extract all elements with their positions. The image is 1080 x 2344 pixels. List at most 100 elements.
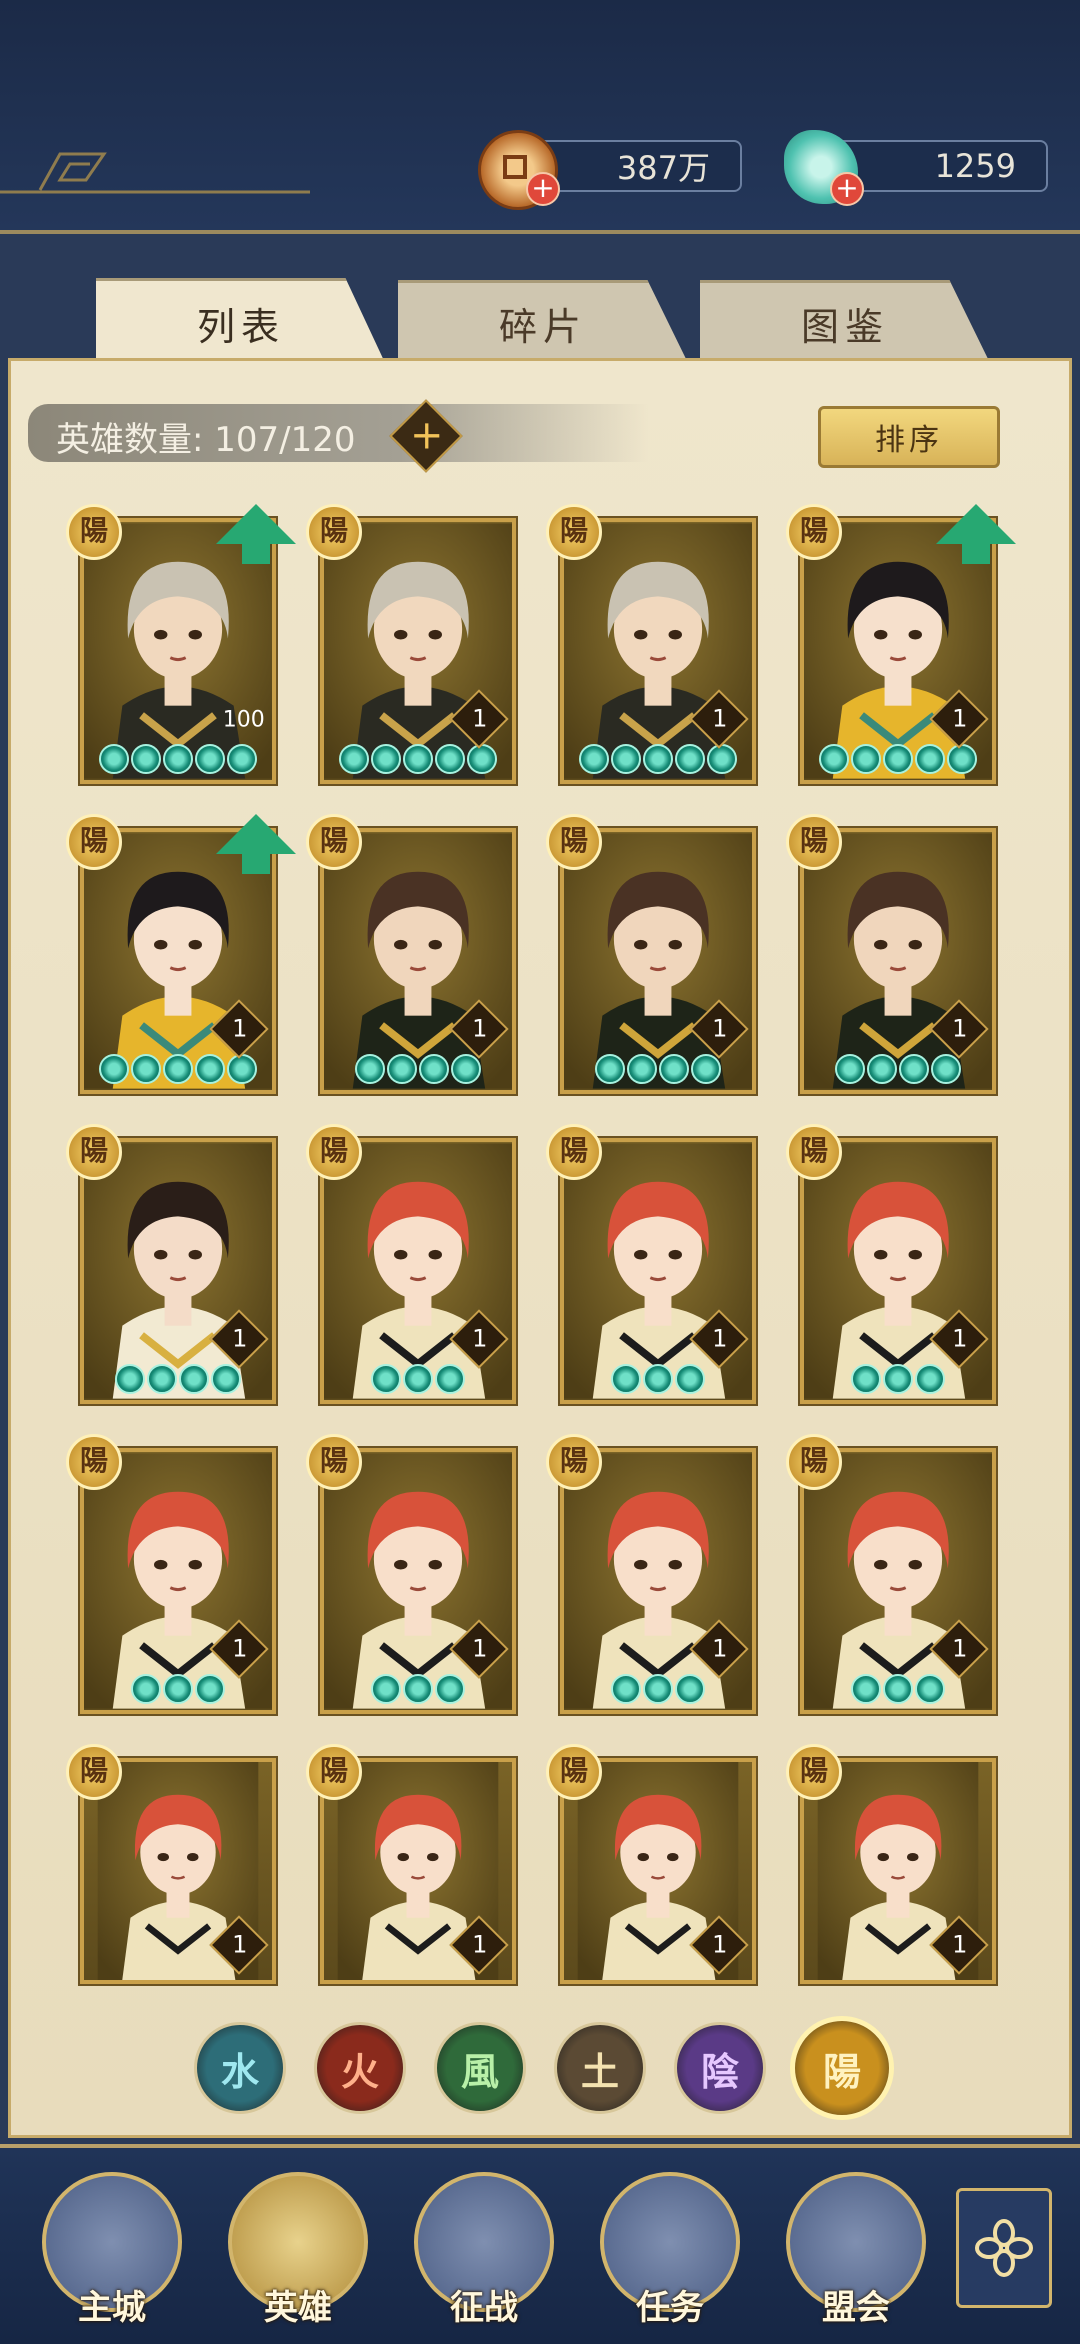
star-rating xyxy=(564,1674,752,1704)
hero-card[interactable]: 1 xyxy=(800,1138,996,1404)
element-glyph: 水 xyxy=(220,2048,259,2094)
upgrade-arrow-icon xyxy=(216,814,296,874)
element-filter-5[interactable]: 陰 xyxy=(674,2022,766,2114)
hero-card[interactable]: 1 xyxy=(800,828,996,1094)
jade-star-icon xyxy=(611,744,641,774)
hero-card[interactable]: 1 xyxy=(320,828,516,1094)
sort-button[interactable]: 排序 xyxy=(818,406,1000,468)
hero-card[interactable]: 1 xyxy=(320,518,516,784)
hero-card[interactable]: 1 xyxy=(560,828,756,1094)
jade-star-icon xyxy=(643,1364,673,1394)
level-value: 1 xyxy=(952,1634,968,1663)
star-rating xyxy=(804,1054,992,1084)
star-rating xyxy=(84,744,272,774)
jade-star-icon xyxy=(419,1054,449,1084)
yang-element-badge: 陽 xyxy=(66,504,122,560)
yang-element-badge: 陽 xyxy=(306,1124,362,1180)
tab-codex-label: 图鉴 xyxy=(800,304,889,349)
level-value: 1 xyxy=(952,1324,968,1353)
jade-star-icon xyxy=(371,1674,401,1704)
level-value: 100 xyxy=(222,707,265,733)
element-glyph: 土 xyxy=(580,2048,619,2094)
jade-star-icon xyxy=(387,1054,417,1084)
level-value: 1 xyxy=(712,1634,728,1663)
element-filter-4[interactable]: 土 xyxy=(554,2022,646,2114)
hero-card[interactable]: 1 xyxy=(560,1448,756,1714)
hero-card[interactable]: 1 xyxy=(800,1448,996,1714)
jade-star-icon xyxy=(115,1364,145,1394)
jade-star-icon xyxy=(403,744,433,774)
star-rating xyxy=(84,1054,272,1084)
element-filter-3[interactable]: 風 xyxy=(434,2022,526,2114)
level-value: 1 xyxy=(952,704,968,733)
star-rating xyxy=(564,1054,752,1084)
yang-element-badge: 陽 xyxy=(786,1434,842,1490)
jade-star-icon xyxy=(403,1674,433,1704)
level-value: 1 xyxy=(472,1324,488,1353)
yang-element-badge: 陽 xyxy=(786,1124,842,1180)
yang-element-badge: 陽 xyxy=(786,504,842,560)
jade-star-icon xyxy=(947,744,977,774)
star-rating xyxy=(84,1674,272,1704)
plus-icon: + xyxy=(409,412,444,459)
nav-city-gate[interactable]: 主城 xyxy=(40,2172,184,2332)
star-rating xyxy=(564,744,752,774)
nav-hero-portrait[interactable]: 英雄 xyxy=(226,2172,370,2332)
hero-card[interactable]: 1 xyxy=(560,518,756,784)
yang-element-badge: 陽 xyxy=(66,1434,122,1490)
tab-list[interactable]: 列表 xyxy=(96,278,386,365)
element-filter-2[interactable]: 火 xyxy=(314,2022,406,2114)
add-jade-gem-button[interactable]: + xyxy=(830,172,864,206)
level-value: 1 xyxy=(952,1930,968,1959)
jade-star-icon xyxy=(163,1674,193,1704)
nav-label: 任务 xyxy=(636,2288,704,2328)
yang-element-badge: 陽 xyxy=(786,1744,842,1800)
jade-star-icon xyxy=(899,1054,929,1084)
tab-fragments-label: 碎片 xyxy=(498,304,587,349)
level-value: 1 xyxy=(232,1014,248,1043)
hero-card[interactable]: 1 xyxy=(80,1448,276,1714)
yang-element-badge: 陽 xyxy=(66,1744,122,1800)
jade-gem-value: 1259 xyxy=(934,147,1016,185)
jade-star-icon xyxy=(403,1364,433,1394)
nav-task-scroll[interactable]: 任务 xyxy=(598,2172,742,2332)
yang-element-badge: 陽 xyxy=(306,814,362,870)
jade-star-icon xyxy=(227,744,257,774)
nav-alliance-pavilion[interactable]: 盟会 xyxy=(784,2172,928,2332)
menu-button[interactable] xyxy=(956,2188,1052,2308)
jade-star-icon xyxy=(435,1364,465,1394)
jade-star-icon xyxy=(675,1364,705,1394)
jade-star-icon xyxy=(195,1674,225,1704)
jade-star-icon xyxy=(851,744,881,774)
hero-card[interactable]: 1 xyxy=(560,1138,756,1404)
jade-star-icon xyxy=(643,1674,673,1704)
jade-star-icon xyxy=(643,744,673,774)
jade-star-icon xyxy=(707,744,737,774)
element-glyph: 陰 xyxy=(700,2048,739,2094)
yang-element-badge: 陽 xyxy=(66,814,122,870)
jade-star-icon xyxy=(163,744,193,774)
level-value: 1 xyxy=(712,1930,728,1959)
level-value: 1 xyxy=(472,1014,488,1043)
hero-card[interactable]: 1 xyxy=(320,1138,516,1404)
jade-star-icon xyxy=(579,744,609,774)
nav-campaign[interactable]: 征战 xyxy=(412,2172,556,2332)
jade-star-icon xyxy=(931,1054,961,1084)
level-value: 1 xyxy=(232,1634,248,1663)
tab-fragments[interactable]: 碎片 xyxy=(398,280,688,363)
hero-card[interactable]: 1 xyxy=(80,1138,276,1404)
yang-element-badge: 陽 xyxy=(546,1744,602,1800)
add-copper-coin-button[interactable]: + xyxy=(526,172,560,206)
tab-codex[interactable]: 图鉴 xyxy=(700,280,990,363)
star-rating xyxy=(324,744,512,774)
level-value: 1 xyxy=(952,1014,968,1043)
nav-label: 主城 xyxy=(78,2288,146,2328)
hero-count-label: 英雄数量: 107/120 xyxy=(56,420,356,460)
element-filter-6[interactable]: 陽 xyxy=(790,2016,894,2120)
star-rating xyxy=(804,744,992,774)
jade-star-icon xyxy=(883,1364,913,1394)
element-glyph: 風 xyxy=(460,2048,499,2094)
element-filter-1[interactable]: 水 xyxy=(194,2022,286,2114)
jade-star-icon xyxy=(339,744,369,774)
hero-card[interactable]: 1 xyxy=(320,1448,516,1714)
